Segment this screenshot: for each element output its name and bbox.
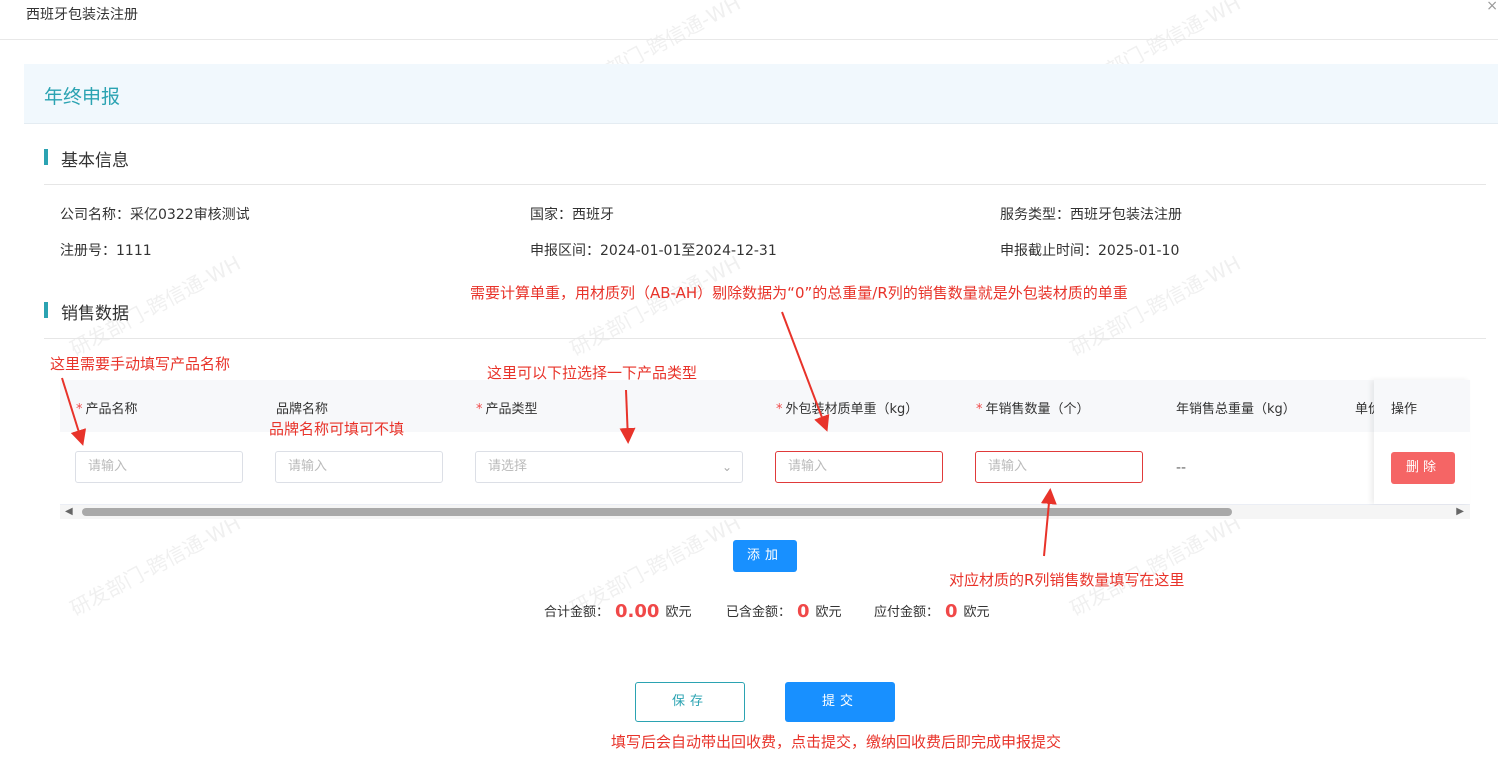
arrow-annual-qty <box>1040 488 1057 557</box>
section-title: 销售数据 <box>61 304 129 324</box>
page-banner: 年终申报 <box>24 64 1498 124</box>
included-amount-unit: 欧元 <box>815 605 842 620</box>
info-period: 申报区间：2024-01-01至2024-12-31 <box>530 243 777 259</box>
watermark: 研发部门-跨信通-WH <box>66 510 245 621</box>
operation-header: 操作 <box>1374 380 1470 432</box>
included-amount-label: 已含金额： <box>726 605 792 620</box>
chevron-down-icon: ⌄ <box>721 460 732 474</box>
payable-amount-unit: 欧元 <box>963 605 990 620</box>
watermark: 研发部门-跨信通-WH <box>1066 510 1245 621</box>
info-deadline: 申报截止时间：2025-01-10 <box>1000 243 1180 259</box>
save-button[interactable]: 保存 <box>635 682 745 722</box>
dialog-title: 西班牙包装法注册 <box>26 7 138 23</box>
product-type-select[interactable]: 请选择 ⌄ <box>475 451 743 483</box>
scroll-left-icon[interactable]: ◀ <box>65 506 73 517</box>
close-icon[interactable]: × <box>1486 0 1498 14</box>
annotation-product-type: 这里可以下拉选择一下产品类型 <box>487 364 698 382</box>
scrollbar-thumb[interactable] <box>82 508 1232 516</box>
payable-amount: 应付金额： 0 欧元 <box>874 601 990 622</box>
product-name-input[interactable]: 请输入 <box>75 451 243 483</box>
annual-total-weight-value: -- <box>1176 460 1187 476</box>
delete-row-button[interactable]: 删除 <box>1391 452 1455 484</box>
scroll-right-icon[interactable]: ▶ <box>1456 506 1464 517</box>
add-row-button[interactable]: 添加 <box>733 540 797 572</box>
annotation-submit: 填写后会自动带出回收费，点击提交，缴纳回收费后即完成申报提交 <box>611 733 1062 751</box>
annotation-brand-name: 品牌名称可填可不填 <box>269 420 405 438</box>
col-header-annual-total-weight: 年销售总重量（kg） <box>1176 402 1296 417</box>
annotation-product-name: 这里需要手动填写产品名称 <box>50 355 231 373</box>
info-service-type: 服务类型：西班牙包装法注册 <box>1000 207 1182 223</box>
divider <box>44 338 1486 339</box>
divider <box>44 184 1486 185</box>
col-header-unit-price: 单价 <box>1355 402 1374 417</box>
section-title: 基本信息 <box>61 151 129 171</box>
page-title: 年终申报 <box>44 86 121 108</box>
col-header-product-name: * 产品名称 <box>76 402 138 417</box>
col-header-brand-name: 品牌名称 <box>276 402 329 417</box>
section-marker <box>44 302 48 318</box>
dialog-header: 西班牙包装法注册 × <box>0 0 1498 40</box>
unit-weight-input[interactable]: 请输入 <box>775 451 943 483</box>
info-reg-no: 注册号：1111 <box>60 243 152 259</box>
payable-amount-label: 应付金额： <box>874 605 940 620</box>
total-amount-value: 0.00 <box>615 601 660 622</box>
brand-name-input[interactable]: 请输入 <box>275 451 443 483</box>
col-header-unit-weight: * 外包装材质单重（kg） <box>776 402 919 417</box>
watermark: 研发部门-跨信通-WH <box>566 250 745 361</box>
total-amount-label: 合计金额： <box>544 605 610 620</box>
product-type-placeholder: 请选择 <box>488 459 528 474</box>
fixed-operation-column: 操作 <box>1374 380 1470 504</box>
info-country: 国家：西班牙 <box>530 207 614 223</box>
col-header-operation: 操作 <box>1391 402 1418 417</box>
horizontal-scrollbar[interactable]: ◀ ▶ <box>60 505 1470 519</box>
total-amount: 合计金额： 0.00 欧元 <box>544 601 691 622</box>
col-header-product-type: * 产品类型 <box>476 402 538 417</box>
annual-qty-input[interactable]: 请输入 <box>975 451 1143 483</box>
info-company: 公司名称：采亿0322审核测试 <box>60 207 250 223</box>
total-amount-unit: 欧元 <box>665 605 692 620</box>
section-marker <box>44 149 48 165</box>
annotation-unit-weight: 需要计算单重，用材质列（AB-AH）剔除数据为“0”的总重量/R列的销售数量就是… <box>470 284 1128 302</box>
annotation-annual-qty: 对应材质的R列销售数量填写在这里 <box>949 571 1185 589</box>
watermark: 研发部门-跨信通-WH <box>1066 250 1245 361</box>
submit-button[interactable]: 提交 <box>785 682 895 722</box>
payable-amount-value: 0 <box>945 601 958 622</box>
included-amount: 已含金额： 0 欧元 <box>726 601 842 622</box>
col-header-annual-qty: * 年销售数量（个） <box>976 402 1090 417</box>
included-amount-value: 0 <box>797 601 810 622</box>
